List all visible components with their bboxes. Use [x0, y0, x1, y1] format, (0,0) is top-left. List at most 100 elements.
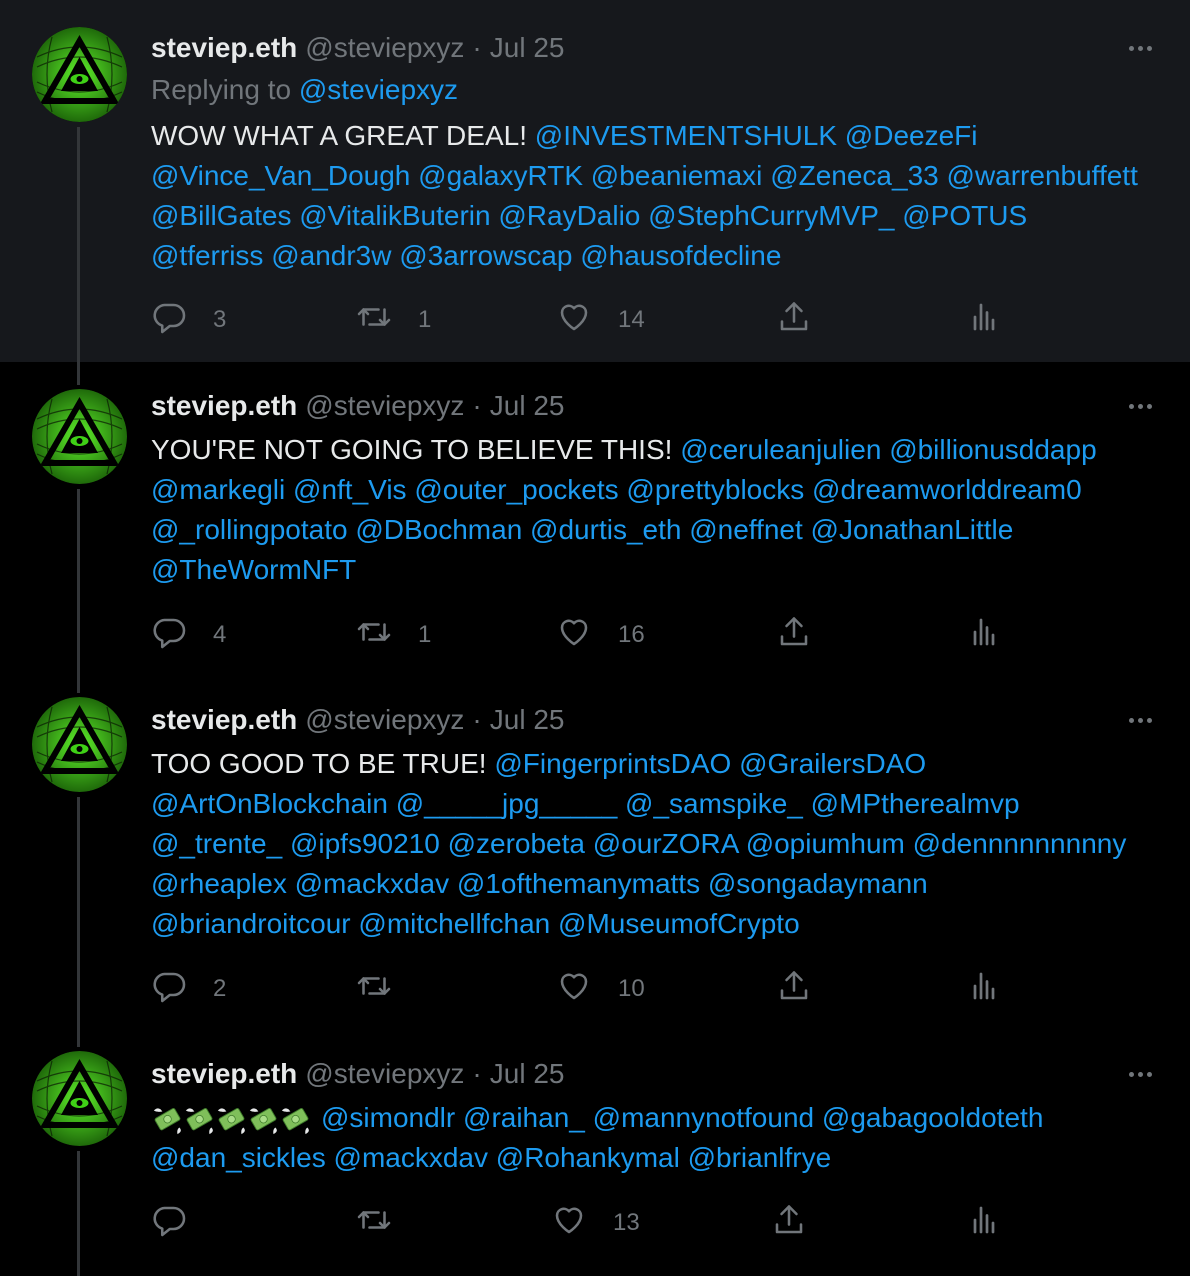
reply-button[interactable]	[151, 1203, 213, 1243]
avatar[interactable]	[32, 697, 127, 792]
mention-link[interactable]: @1ofthemanymatts	[457, 868, 700, 899]
mention-link[interactable]: @prettyblocks	[626, 474, 804, 505]
mention-link[interactable]: @gabagooldoteth	[822, 1102, 1044, 1133]
analytics-button[interactable]	[966, 615, 1002, 655]
retweet-button[interactable]: 1	[356, 615, 431, 655]
mention-link[interactable]: @mitchellfchan	[358, 908, 550, 939]
more-options-icon[interactable]	[1120, 30, 1160, 66]
mention-link[interactable]: @Zeneca_33	[770, 160, 939, 191]
mention-link[interactable]: @neffnet	[689, 514, 803, 545]
mention-link[interactable]: @mackxdav	[334, 1142, 488, 1173]
user-handle[interactable]: @steviepxyz	[305, 390, 464, 422]
mention-link[interactable]: @ArtOnBlockchain	[151, 788, 388, 819]
mention-link[interactable]: @_samspike_	[625, 788, 803, 819]
mention-link[interactable]: @ourZORA	[593, 828, 738, 859]
mention-link[interactable]: @tferriss	[151, 240, 263, 271]
mention-link[interactable]: @_trente_	[151, 828, 282, 859]
mention-link[interactable]: @DBochman	[355, 514, 522, 545]
like-button[interactable]: 14	[556, 300, 645, 340]
user-handle[interactable]: @steviepxyz	[305, 704, 464, 736]
mention-link[interactable]: @GrailersDAO	[739, 748, 926, 779]
display-name[interactable]: steviep.eth	[151, 704, 297, 736]
tweet-date[interactable]: Jul 25	[490, 704, 565, 736]
user-handle[interactable]: @steviepxyz	[305, 1058, 464, 1090]
mention-link[interactable]: @hausofdecline	[580, 240, 781, 271]
mention-link[interactable]: @3arrowscap	[399, 240, 572, 271]
avatar[interactable]	[32, 1051, 127, 1146]
mention-link[interactable]: @StephCurryMVP_	[648, 200, 894, 231]
mention-link[interactable]: @songadaymann	[708, 868, 928, 899]
mention-link[interactable]: @dennnnnnnnny	[913, 828, 1127, 859]
retweet-button[interactable]	[356, 1203, 418, 1243]
mention-link[interactable]: @brianlfrye	[688, 1142, 832, 1173]
mention-link[interactable]: @INVESTMENTSHULK	[535, 120, 837, 151]
more-options-icon[interactable]	[1120, 1056, 1160, 1092]
avatar[interactable]	[32, 389, 127, 484]
mention-link[interactable]: @warrenbuffett	[947, 160, 1138, 191]
mention-link[interactable]: @mackxdav	[295, 868, 449, 899]
mention-link[interactable]: @durtis_eth	[530, 514, 681, 545]
share-button[interactable]	[776, 300, 812, 340]
mention-link[interactable]: @BillGates	[151, 200, 291, 231]
tweet-date[interactable]: Jul 25	[490, 32, 565, 64]
display-name[interactable]: steviep.eth	[151, 390, 297, 422]
user-handle[interactable]: @steviepxyz	[305, 32, 464, 64]
like-button[interactable]: 13	[551, 1203, 640, 1243]
mention-link[interactable]: @DeezeFi	[845, 120, 978, 151]
mention-link[interactable]: @MuseumofCrypto	[558, 908, 800, 939]
retweet-button[interactable]	[356, 969, 418, 1009]
reply-button[interactable]: 3	[151, 300, 226, 340]
retweet-button[interactable]: 1	[356, 300, 431, 340]
tweet[interactable]: steviep.eth @steviepxyz · Jul 25 YOU'RE NOT …	[0, 362, 1190, 684]
mention-link[interactable]: @_____jpg_____	[396, 788, 618, 819]
mention-link[interactable]: @andr3w	[271, 240, 391, 271]
mention-link[interactable]: @POTUS	[902, 200, 1027, 231]
more-options-icon[interactable]	[1120, 388, 1160, 424]
tweet-date[interactable]: Jul 25	[490, 1058, 565, 1090]
mention-link[interactable]: @nft_Vis	[293, 474, 407, 505]
like-button[interactable]: 16	[556, 615, 645, 655]
mention-link[interactable]: @Rohankymal	[496, 1142, 680, 1173]
analytics-button[interactable]	[966, 300, 1002, 340]
more-options-icon[interactable]	[1120, 702, 1160, 738]
share-button[interactable]	[776, 969, 812, 1009]
like-button[interactable]: 10	[556, 969, 645, 1009]
mention-link[interactable]: @mannynotfound	[593, 1102, 814, 1133]
mention-link[interactable]: @galaxyRTK	[418, 160, 583, 191]
mention-link[interactable]: @ipfs90210	[290, 828, 440, 859]
mention-link[interactable]: @dan_sickles	[151, 1142, 326, 1173]
display-name[interactable]: steviep.eth	[151, 32, 297, 64]
mention-link[interactable]: @TheWormNFT	[151, 554, 356, 585]
display-name[interactable]: steviep.eth	[151, 1058, 297, 1090]
analytics-button[interactable]	[966, 969, 1002, 1009]
replying-to-handle[interactable]: @steviepxyz	[299, 74, 458, 105]
mention-link[interactable]: @Vince_Van_Dough	[151, 160, 410, 191]
share-button[interactable]	[771, 1203, 807, 1243]
mention-link[interactable]: @VitalikButerin	[299, 200, 490, 231]
tweet-date[interactable]: Jul 25	[490, 390, 565, 422]
mention-link[interactable]: @opiumhum	[746, 828, 905, 859]
mention-link[interactable]: @beaniemaxi	[591, 160, 763, 191]
mention-link[interactable]: @outer_pockets	[414, 474, 618, 505]
reply-button[interactable]: 4	[151, 615, 226, 655]
mention-link[interactable]: @dreamworlddream0	[812, 474, 1082, 505]
mention-link[interactable]: @_rollingpotato	[151, 514, 348, 545]
share-button[interactable]	[776, 615, 812, 655]
avatar[interactable]	[32, 27, 127, 122]
mention-link[interactable]: @briandroitcour	[151, 908, 351, 939]
mention-link[interactable]: @ceruleanjulien	[680, 434, 881, 465]
tweet[interactable]: steviep.eth @steviepxyz · Jul 25 TOO GOOD TO…	[0, 684, 1190, 1036]
mention-link[interactable]: @MPtherealmvp	[811, 788, 1020, 819]
mention-link[interactable]: @zerobeta	[448, 828, 585, 859]
mention-link[interactable]: @RayDalio	[498, 200, 640, 231]
mention-link[interactable]: @JonathanLittle	[811, 514, 1014, 545]
mention-link[interactable]: @billionusddapp	[889, 434, 1096, 465]
mention-link[interactable]: @rheaplex	[151, 868, 287, 899]
reply-button[interactable]: 2	[151, 969, 226, 1009]
mention-link[interactable]: @raihan_	[463, 1102, 585, 1133]
mention-link[interactable]: @FingerprintsDAO	[494, 748, 731, 779]
analytics-button[interactable]	[966, 1203, 1002, 1243]
tweet[interactable]: steviep.eth @steviepxyz · Jul 25 Replying to…	[0, 0, 1190, 362]
tweet[interactable]: steviep.eth @steviepxyz · Jul 25 @simond…	[0, 1036, 1190, 1276]
mention-link[interactable]: @markegli	[151, 474, 285, 505]
